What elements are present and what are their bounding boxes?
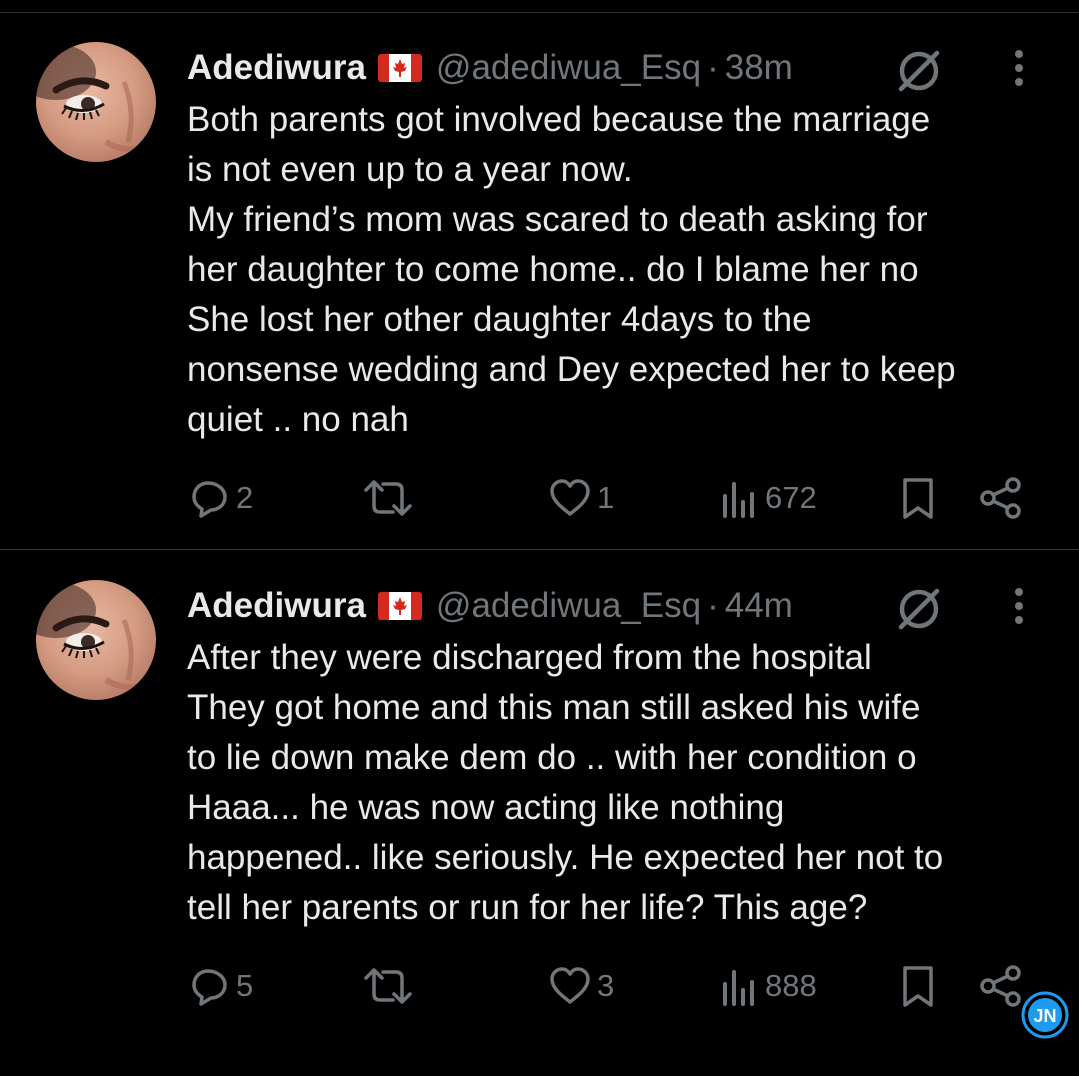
view-count: 672 <box>765 480 817 515</box>
reply-count: 5 <box>236 968 254 1003</box>
views-button[interactable]: 672 <box>717 472 817 524</box>
tweet-text: After they were discharged from the hosp… <box>187 633 1057 933</box>
reply-icon <box>192 481 227 518</box>
views-button[interactable]: 888 <box>717 960 817 1012</box>
tweet-text-line: My friend’s mom was scared to death aski… <box>187 200 928 239</box>
reply-button[interactable]: 2 <box>188 472 253 524</box>
jn-logo-icon: JN <box>1021 991 1069 1039</box>
tweet-text-line: is not even up to a year now. <box>187 150 633 189</box>
share-icon <box>980 965 1021 1007</box>
more-options-icon[interactable] <box>1004 586 1034 628</box>
avatar[interactable] <box>36 580 156 700</box>
views-icon <box>723 482 754 518</box>
share-icon <box>980 477 1021 519</box>
tweet-actions: 5 3 888 <box>0 960 1079 1012</box>
bookmark-button[interactable] <box>898 960 938 1012</box>
share-button[interactable] <box>978 472 1024 524</box>
tweet-actions: 2 1 672 <box>0 472 1079 524</box>
more-options-icon[interactable] <box>1004 48 1034 90</box>
like-count: 3 <box>597 968 615 1003</box>
like-button[interactable]: 3 <box>547 960 614 1012</box>
heart-icon <box>550 479 590 516</box>
tweet-text: Both parents got involved because the ma… <box>187 95 1057 445</box>
avatar[interactable] <box>36 42 156 162</box>
tweet-text-line: quiet .. no nah <box>187 400 409 439</box>
retweet-button[interactable] <box>360 960 420 1012</box>
tweet[interactable]: Adediwura @adediwua_Esq · 44m After they… <box>0 538 1079 1076</box>
tweet-text-line: her daughter to come home.. do I blame h… <box>187 250 919 289</box>
tweet-text-line: nonsense wedding and Dey expected her to… <box>187 350 956 389</box>
separator-dot: · <box>707 48 719 87</box>
watermark-text: JN <box>1033 1006 1056 1026</box>
like-count: 1 <box>597 480 615 515</box>
author-handle[interactable]: @adediwua_Esq <box>436 586 701 626</box>
tweet-text-line: Both parents got involved because the ma… <box>187 100 931 139</box>
reply-icon <box>192 969 227 1006</box>
tweet-header: Adediwura @adediwua_Esq · 38m <box>187 44 793 92</box>
retweet-icon <box>364 480 412 516</box>
tweet[interactable]: Adediwura @adediwua_Esq · 38m Both paren… <box>0 0 1079 538</box>
tweet-text-line: They got home and this man still asked h… <box>187 688 921 727</box>
author-handle[interactable]: @adediwua_Esq <box>436 48 701 88</box>
bookmark-icon <box>903 478 933 519</box>
tweet-text-line: She lost her other daughter 4days to the <box>187 300 812 339</box>
tweet-text-line: to lie down make dem do .. with her cond… <box>187 738 917 777</box>
bookmark-button[interactable] <box>898 472 938 524</box>
canada-flag-icon <box>377 54 422 82</box>
reply-count: 2 <box>236 480 254 515</box>
tweet-header: Adediwura @adediwua_Esq · 44m <box>187 582 793 630</box>
separator-dot: · <box>707 586 719 625</box>
retweet-button[interactable] <box>360 472 420 524</box>
author-name[interactable]: Adediwura <box>187 586 366 626</box>
grok-icon[interactable] <box>893 582 945 634</box>
timestamp[interactable]: 38m <box>725 48 793 88</box>
tweet-text-line: happened.. like seriously. He expected h… <box>187 838 944 877</box>
reply-button[interactable]: 5 <box>188 960 253 1012</box>
view-count: 888 <box>765 968 817 1003</box>
share-button[interactable] <box>978 960 1024 1012</box>
retweet-icon <box>364 968 412 1004</box>
like-button[interactable]: 1 <box>547 472 614 524</box>
grok-icon[interactable] <box>893 44 945 96</box>
tweet-text-line: Haaa... he was now acting like nothing <box>187 788 785 827</box>
views-icon <box>723 970 754 1006</box>
bookmark-icon <box>903 966 933 1007</box>
tweet-text-line: After they were discharged from the hosp… <box>187 638 872 677</box>
author-name[interactable]: Adediwura <box>187 48 366 88</box>
tweet-text-line: tell her parents or run for her life? Th… <box>187 888 868 927</box>
canada-flag-icon <box>377 592 422 620</box>
timestamp[interactable]: 44m <box>725 586 793 626</box>
heart-icon <box>550 967 590 1004</box>
